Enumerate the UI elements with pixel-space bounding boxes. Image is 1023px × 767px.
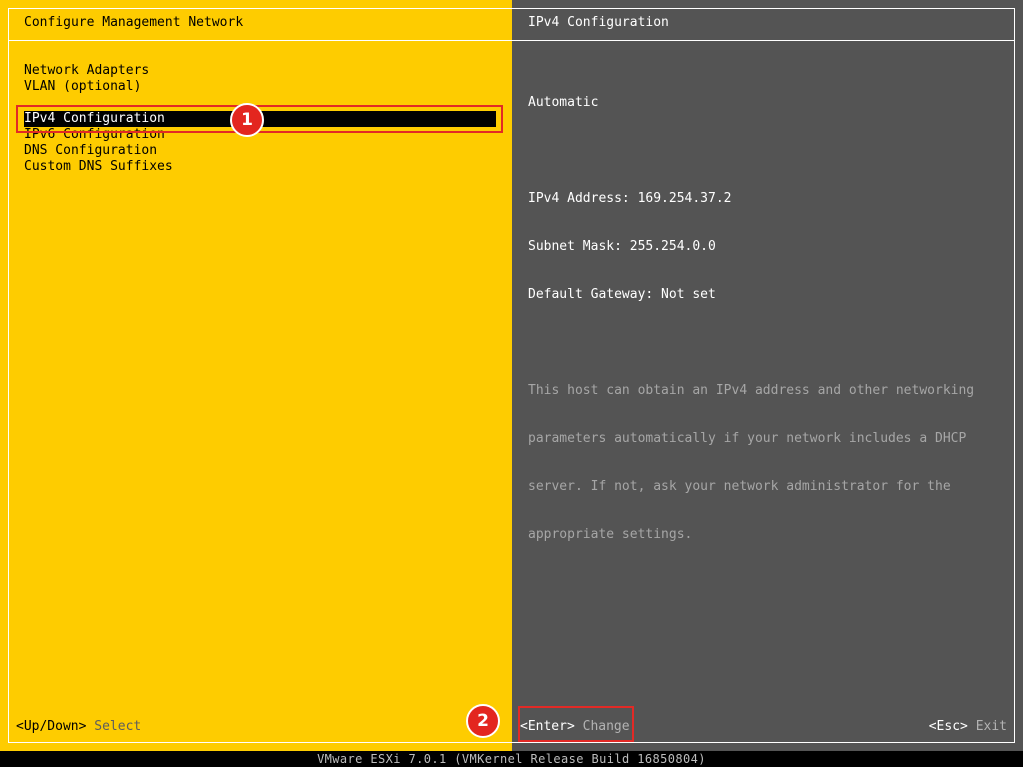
default-gateway: Default Gateway: Not set <box>528 287 716 302</box>
enter-highlight-outline <box>518 706 634 742</box>
ipv4-info: Automatic IPv4 Address: 169.254.37.2 Sub… <box>528 63 974 575</box>
annotation-badge-2: 2 <box>466 704 500 738</box>
description-line-4: appropriate settings. <box>528 527 693 542</box>
annotation-badge-1: 1 <box>230 103 264 137</box>
right-panel-title: IPv4 Configuration <box>528 15 669 30</box>
menu-item-network-adapters[interactable]: Network Adapters <box>24 63 496 79</box>
description-line-1: This host can obtain an IPv4 address and… <box>528 383 975 398</box>
select-action: Select <box>94 719 142 734</box>
right-panel: IPv4 Configuration Automatic IPv4 Addres… <box>512 0 1023 751</box>
esc-key: <Esc> <box>928 719 968 734</box>
left-divider <box>8 40 512 41</box>
exit-action: Exit <box>975 719 1007 734</box>
menu-item-vlan[interactable]: VLAN (optional) <box>24 79 496 95</box>
subnet-mask: Subnet Mask: 255.254.0.0 <box>528 239 716 254</box>
esc-exit-hint[interactable]: <Esc> Exit <box>929 719 1007 735</box>
right-divider <box>512 40 1015 41</box>
description-line-3: server. If not, ask your network adminis… <box>528 479 951 494</box>
updown-key: <Up/Down> <box>16 719 87 734</box>
ipv4-mode: Automatic <box>528 95 599 110</box>
menu-item-dns-configuration[interactable]: DNS Configuration <box>24 143 496 159</box>
status-bar: VMware ESXi 7.0.1 (VMKernel Release Buil… <box>0 751 1023 767</box>
info-spacer-2 <box>528 335 974 351</box>
description-line-2: parameters automatically if your network… <box>528 431 967 446</box>
menu-item-custom-dns-suffixes[interactable]: Custom DNS Suffixes <box>24 159 496 175</box>
left-panel-title: Configure Management Network <box>24 15 244 30</box>
left-footer-hint: <Up/Down> Select <box>16 719 141 735</box>
left-panel: Configure Management Network Network Ada… <box>0 0 512 751</box>
ipv4-address: IPv4 Address: 169.254.37.2 <box>528 191 732 206</box>
